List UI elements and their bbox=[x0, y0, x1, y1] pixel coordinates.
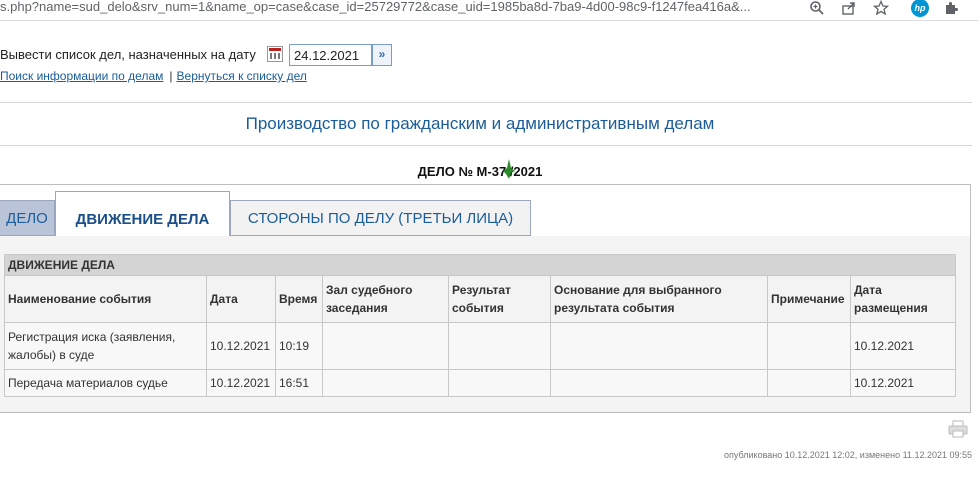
nav-links: Поиск информации по делам | Вернуться к сп… bbox=[0, 69, 307, 83]
date-input[interactable] bbox=[289, 44, 372, 66]
table-row: Передача материалов судье 10.12.2021 16:… bbox=[4, 369, 957, 397]
date-filter-label: Вывести список дел, назначенных на дату bbox=[0, 47, 256, 62]
tab-case-movement[interactable]: ДВИЖЕНИЕ ДЕЛА bbox=[55, 191, 230, 236]
table-cell bbox=[322, 322, 449, 370]
table-header-row: Наименование события Дата Время Зал суде… bbox=[4, 275, 957, 323]
star-icon[interactable] bbox=[872, 0, 890, 16]
tab-parties[interactable]: СТОРОНЫ ПО ДЕЛУ (ТРЕТЬИ ЛИЦА) bbox=[230, 200, 531, 236]
table-cell bbox=[767, 322, 851, 370]
table-cell: Передача материалов судье bbox=[4, 369, 207, 397]
share-icon[interactable] bbox=[841, 0, 857, 16]
table-cell bbox=[448, 322, 551, 370]
table-row: Регистрация иска (заявления, жалобы) в с… bbox=[4, 322, 957, 370]
column-header: Результат события bbox=[448, 275, 551, 323]
table-cell: 10:19 bbox=[275, 322, 323, 370]
extensions-icon[interactable] bbox=[943, 0, 959, 16]
browser-address-bar: s.php?name=sud_delo&srv_num=1&name_op=ca… bbox=[0, 0, 978, 21]
table-caption-row: ДВИЖЕНИЕ ДЕЛА bbox=[3, 254, 957, 276]
table-cell bbox=[550, 369, 768, 397]
column-header: Примечание bbox=[767, 275, 851, 323]
column-header: Дата размещения bbox=[849, 275, 957, 323]
calendar-icon[interactable] bbox=[267, 46, 283, 62]
url-field[interactable]: s.php?name=sud_delo&srv_num=1&name_op=ca… bbox=[0, 0, 800, 16]
case-number: ДЕЛО № М-37 /2021 bbox=[417, 164, 543, 179]
divider bbox=[0, 145, 972, 146]
table-cell: 10.12.2021 bbox=[206, 322, 276, 370]
table-cell: Регистрация иска (заявления, жалобы) в с… bbox=[4, 322, 207, 370]
zoom-icon[interactable] bbox=[809, 0, 825, 16]
table-cell bbox=[550, 322, 768, 370]
column-header: Дата bbox=[206, 275, 276, 323]
link-separator: | bbox=[169, 69, 173, 83]
go-button[interactable]: » bbox=[372, 44, 392, 66]
hp-icon[interactable]: hp bbox=[911, 0, 929, 17]
column-header: Основание для выбранного результата собы… bbox=[550, 275, 768, 323]
column-header: Наименование события bbox=[4, 275, 207, 323]
table-cell bbox=[767, 369, 851, 397]
column-header: Время bbox=[275, 275, 323, 323]
green-mark-icon bbox=[503, 159, 515, 179]
section-title: Производство по гражданским и администра… bbox=[245, 114, 715, 133]
table-cell: 10.12.2021 bbox=[849, 322, 957, 370]
publication-info: опубликовано 10.12.2021 12:02, изменено … bbox=[724, 450, 972, 460]
table-cell: 16:51 bbox=[275, 369, 323, 397]
back-to-list-link[interactable]: Вернуться к списку дел bbox=[177, 69, 307, 83]
table-cell: 10.12.2021 bbox=[206, 369, 276, 397]
search-cases-link[interactable]: Поиск информации по делам bbox=[0, 69, 163, 83]
printer-icon[interactable] bbox=[948, 420, 968, 438]
case-movement-table: ДВИЖЕНИЕ ДЕЛА Наименование события Дата … bbox=[3, 254, 957, 397]
table-caption: ДВИЖЕНИЕ ДЕЛА bbox=[3, 254, 957, 276]
tab-case[interactable]: ДЕЛО bbox=[0, 200, 55, 236]
table-cell bbox=[322, 369, 449, 397]
divider bbox=[0, 102, 972, 103]
table-cell bbox=[448, 369, 551, 397]
column-header: Зал судебного заседания bbox=[322, 275, 449, 323]
table-cell: 10.12.2021 bbox=[849, 369, 957, 397]
